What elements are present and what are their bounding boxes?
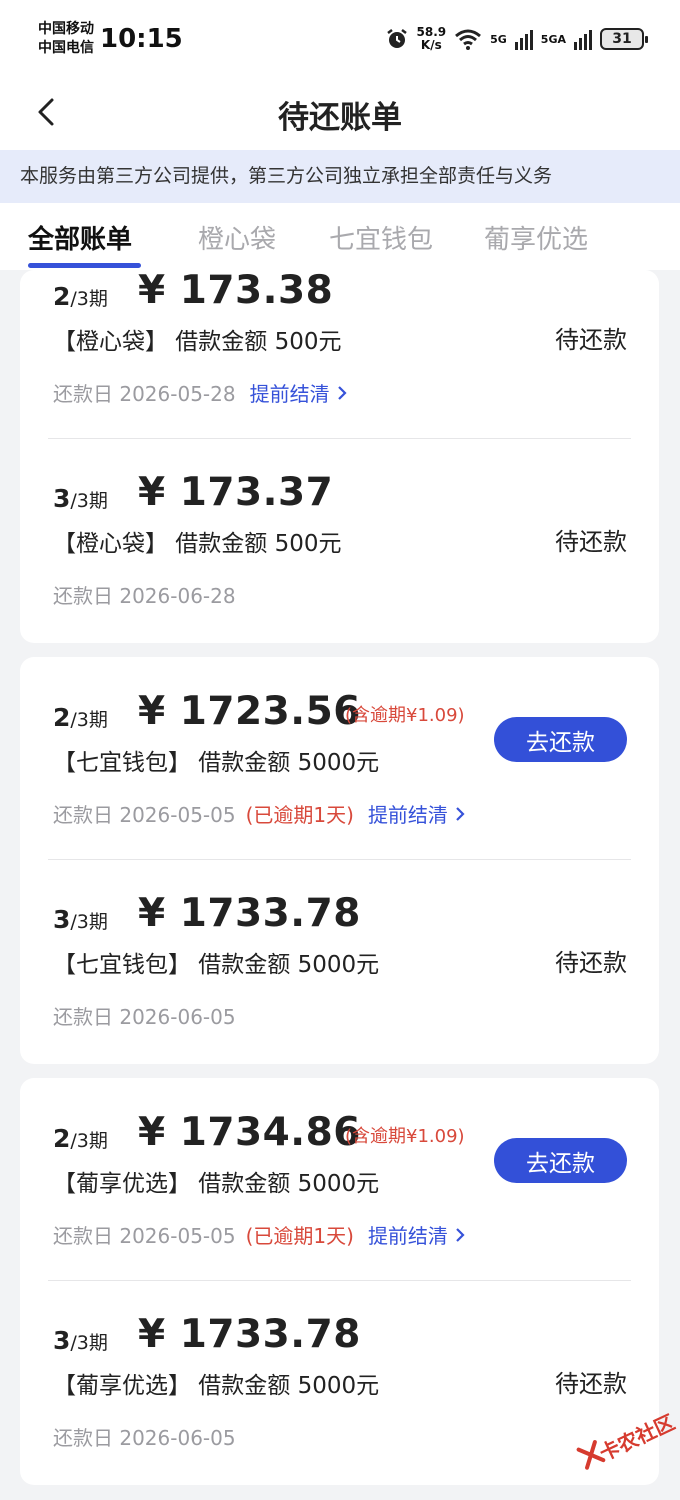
tab-qiyi-wallet[interactable]: 七宜钱包 (329, 219, 433, 256)
chevron-right-icon (456, 1228, 465, 1242)
bill-period: 3/3期 (53, 905, 108, 934)
status-bar: 中国移动 中国电信 10:15 58.9 K/s 5G 5GA 31 (0, 0, 680, 80)
bill-amount: ¥ 1734.86 (138, 1110, 361, 1155)
active-tab-indicator (28, 263, 141, 268)
bill-row[interactable]: 3/3期 ¥ 1733.78 【葡享优选】 借款金额 5000元 还款日 202… (20, 1312, 659, 1466)
bill-amount: ¥ 173.37 (138, 470, 334, 515)
due-date-line: 还款日 2026-05-05 (已逾期1天) 提前结清 (53, 799, 466, 828)
network-type-1: 5G (490, 32, 507, 46)
tab-puxiang-youxuan[interactable]: 葡享优选 (484, 219, 588, 256)
alarm-icon (386, 29, 407, 48)
loan-info: 【橙心袋】 借款金额 500元 (53, 329, 342, 355)
bill-status: 待还款 (555, 949, 627, 977)
due-date-line: 还款日 2026-06-28 (53, 584, 236, 608)
bill-period: 2/3期 (53, 703, 108, 732)
loan-info: 【七宜钱包】 借款金额 5000元 (53, 952, 380, 978)
network-speed: 58.9 K/s (417, 26, 447, 52)
wifi-icon (455, 29, 482, 50)
repay-button[interactable]: 去还款 (494, 717, 627, 762)
early-settle-link[interactable]: 提前结清 (368, 803, 466, 827)
battery-indicator: 31 (600, 28, 648, 50)
bill-row[interactable]: 2/3期 ¥ 173.38 【橙心袋】 借款金额 500元 还款日 2026-0… (20, 270, 659, 442)
chevron-right-icon (338, 386, 347, 400)
chevron-right-icon (456, 807, 465, 821)
loan-info: 【橙心袋】 借款金额 500元 (53, 531, 342, 557)
due-date-line: 还款日 2026-06-05 (53, 1426, 236, 1450)
third-party-notice: 本服务由第三方公司提供，第三方公司独立承担全部责任与义务 (0, 150, 680, 203)
loan-info: 【七宜钱包】 借款金额 5000元 (53, 750, 380, 776)
bill-status: 待还款 (555, 1370, 627, 1398)
bill-period: 2/3期 (53, 282, 108, 311)
bill-amount: ¥ 1733.78 (138, 891, 361, 936)
loan-info: 【葡享优选】 借款金额 5000元 (53, 1171, 380, 1197)
divider (48, 859, 631, 860)
tab-all-bills[interactable]: 全部账单 (28, 219, 132, 256)
status-icons: 58.9 K/s 5G 5GA 31 (385, 26, 648, 52)
bill-period: 3/3期 (53, 484, 108, 513)
bill-period: 2/3期 (53, 1124, 108, 1153)
overdue-fee-note: (含逾期¥1.09) (345, 705, 465, 726)
carrier-info: 中国移动 中国电信 (38, 20, 94, 58)
due-date-line: 还款日 2026-05-05 (已逾期1天) 提前结清 (53, 1220, 466, 1249)
carrier-name-2: 中国电信 (38, 40, 94, 56)
loan-info: 【葡享优选】 借款金额 5000元 (53, 1373, 380, 1399)
overdue-fee-note: (含逾期¥1.09) (345, 1126, 465, 1147)
speed-unit: K/s (420, 38, 442, 52)
due-date-line: 还款日 2026-05-28 提前结清 (53, 378, 348, 407)
tab-chengxindai[interactable]: 橙心袋 (198, 219, 276, 256)
page-header: 待还账单 (0, 80, 680, 150)
bill-row[interactable]: 2/3期 ¥ 1734.86 (含逾期¥1.09) 【葡享优选】 借款金额 50… (20, 1110, 659, 1264)
page-title: 待还账单 (278, 100, 402, 136)
bill-tabs: 全部账单 橙心袋 七宜钱包 葡享优选 (0, 203, 680, 270)
bill-status: 待还款 (555, 528, 627, 556)
bill-amount: ¥ 1723.56 (138, 689, 361, 734)
network-type-2: 5GA (540, 32, 566, 46)
bill-row[interactable]: 3/3期 ¥ 173.37 【橙心袋】 借款金额 500元 还款日 2026-0… (20, 470, 659, 624)
bill-card-puxiang-youxuan: 2/3期 ¥ 1734.86 (含逾期¥1.09) 【葡享优选】 借款金额 50… (20, 1078, 659, 1485)
bill-period: 3/3期 (53, 1326, 108, 1355)
status-time: 10:15 (100, 24, 183, 54)
early-settle-link[interactable]: 提前结清 (368, 1224, 466, 1248)
repay-button[interactable]: 去还款 (494, 1138, 627, 1183)
bill-amount: ¥ 173.38 (138, 270, 334, 313)
overdue-days: (已逾期1天) (245, 803, 354, 827)
divider (48, 1280, 631, 1281)
bill-row[interactable]: 3/3期 ¥ 1733.78 【七宜钱包】 借款金额 5000元 还款日 202… (20, 891, 659, 1045)
signal-icon-2 (574, 30, 592, 50)
early-settle-link[interactable]: 提前结清 (250, 382, 348, 406)
due-date-line: 还款日 2026-06-05 (53, 1005, 236, 1029)
overdue-days: (已逾期1天) (245, 1224, 354, 1248)
signal-icon-1 (514, 30, 533, 50)
divider (48, 438, 631, 439)
bill-amount: ¥ 1733.78 (138, 1312, 361, 1357)
carrier-name-1: 中国移动 (38, 21, 94, 37)
bill-card-chengxindai: 2/3期 ¥ 173.38 【橙心袋】 借款金额 500元 还款日 2026-0… (20, 270, 659, 643)
bill-status: 待还款 (555, 326, 627, 354)
bill-row[interactable]: 2/3期 ¥ 1723.56 (含逾期¥1.09) 【七宜钱包】 借款金额 50… (20, 689, 659, 843)
bill-card-qiyi-wallet: 2/3期 ¥ 1723.56 (含逾期¥1.09) 【七宜钱包】 借款金额 50… (20, 657, 659, 1064)
